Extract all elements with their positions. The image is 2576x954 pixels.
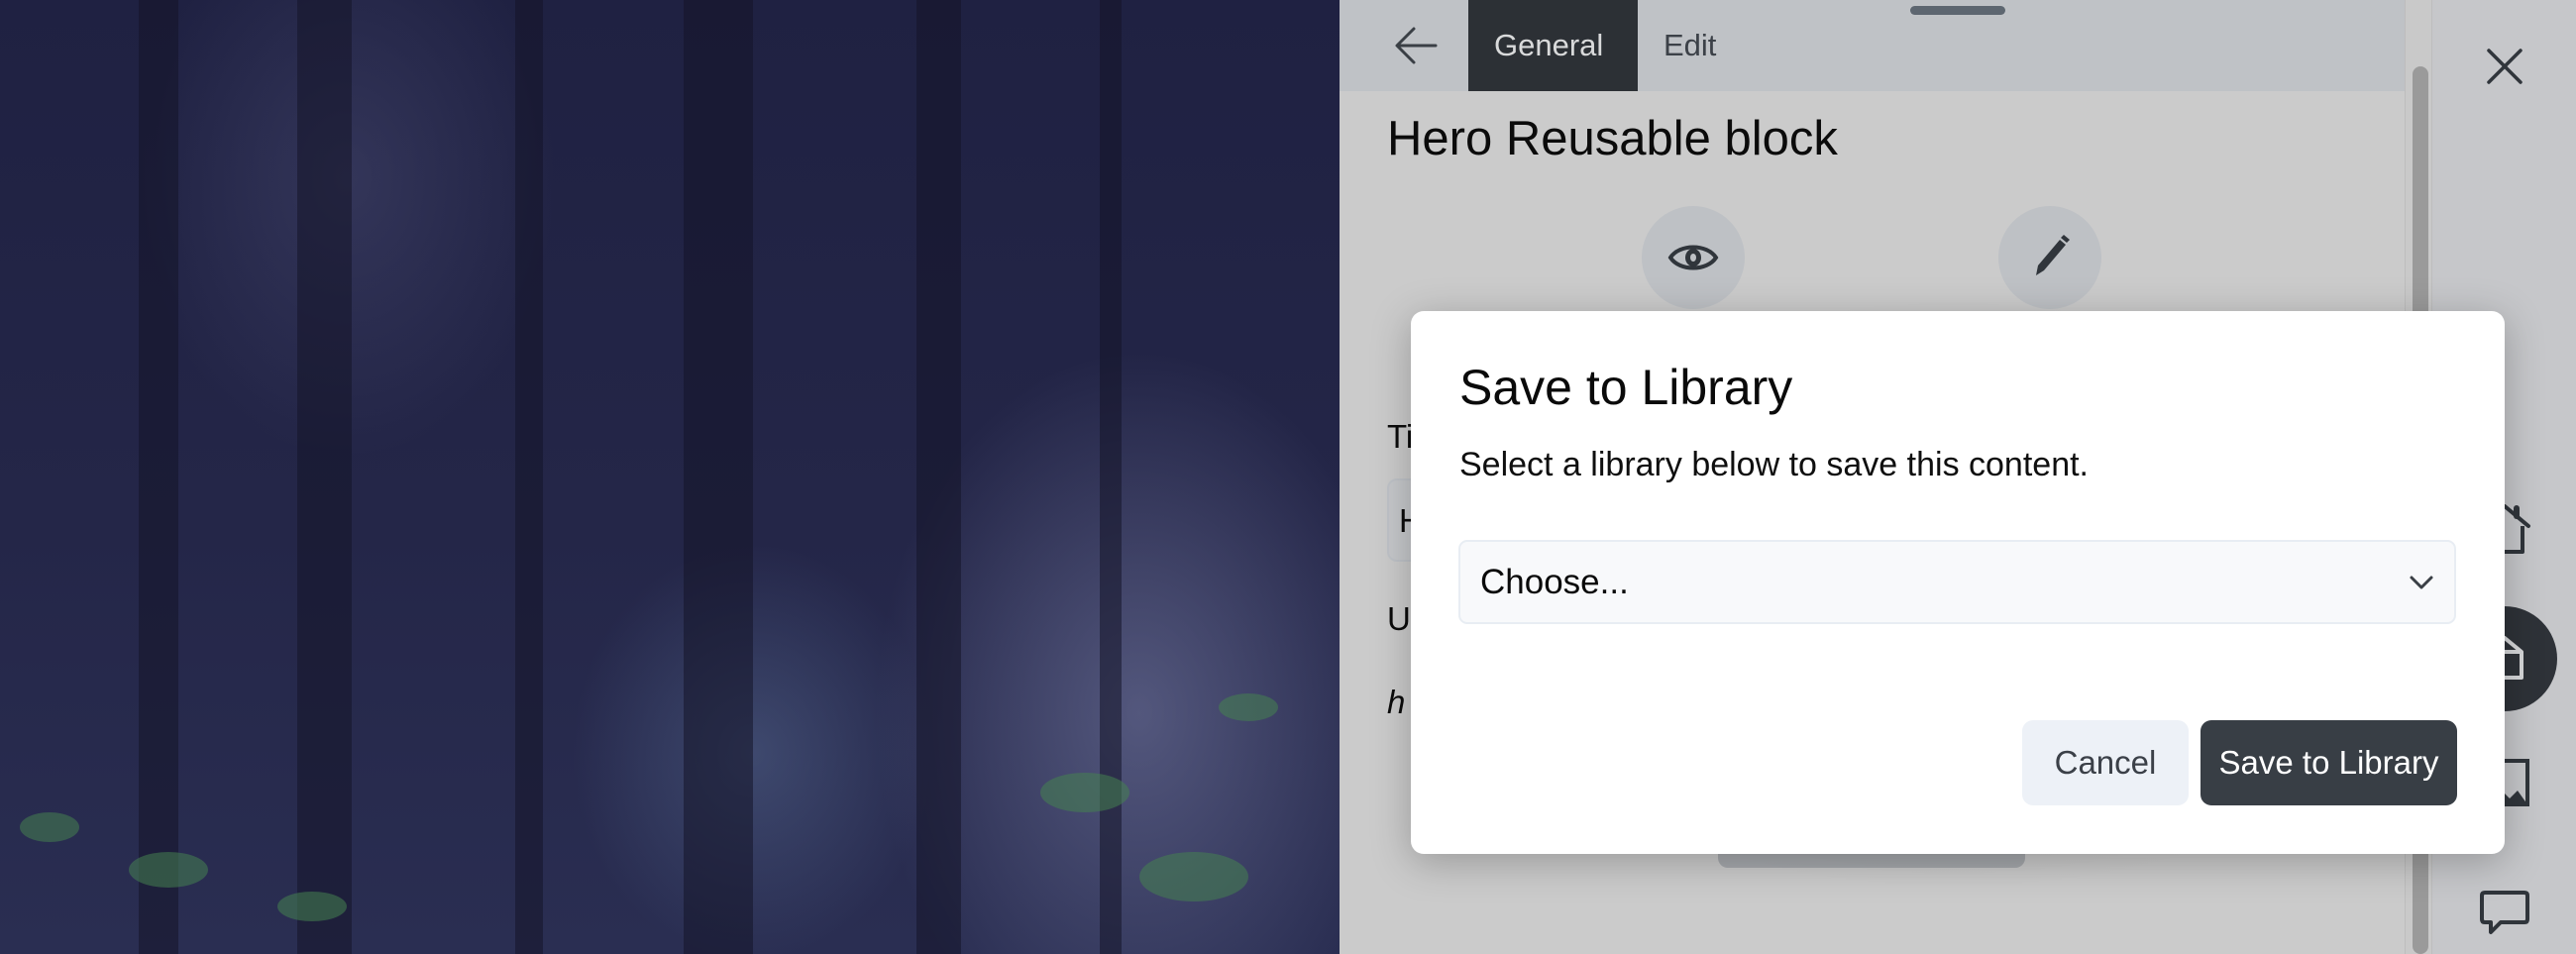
save-to-library-dialog: Save to Library Select a library below t…	[1411, 311, 2505, 854]
drag-handle[interactable]	[1910, 6, 2005, 15]
chevron-down-icon	[2410, 576, 2433, 588]
url-link[interactable]: h	[1387, 684, 1405, 721]
back-button[interactable]	[1391, 22, 1441, 69]
dialog-title: Save to Library	[1459, 360, 1793, 415]
comments-button[interactable]	[2479, 889, 2530, 938]
preview-button[interactable]	[1642, 206, 1745, 309]
library-select[interactable]: Choose...	[1458, 540, 2456, 624]
eye-icon	[1667, 245, 1719, 270]
title-field-label: Ti	[1387, 418, 1414, 455]
arrow-left-icon	[1395, 27, 1438, 64]
pencil-icon	[2036, 235, 2070, 275]
library-select-value: Choose...	[1480, 562, 1629, 601]
cancel-button[interactable]: Cancel	[2022, 720, 2189, 805]
tab-edit[interactable]: Edit	[1638, 0, 1742, 91]
block-title: Hero Reusable block	[1387, 112, 1838, 165]
tab-edit-label: Edit	[1664, 28, 1717, 62]
tab-general-label: General	[1494, 28, 1604, 62]
url-field-label: U	[1387, 600, 1411, 637]
close-button[interactable]	[2486, 48, 2523, 85]
dialog-description: Select a library below to save this cont…	[1459, 446, 2089, 483]
comment-icon	[2479, 891, 2529, 934]
background-photo	[0, 0, 1340, 954]
close-icon	[2486, 49, 2522, 84]
tab-general[interactable]: General	[1468, 0, 1638, 91]
edit-button[interactable]	[1998, 206, 2101, 309]
panel-tabbar: General Edit	[1340, 0, 2405, 91]
save-to-library-button[interactable]: Save to Library	[2200, 720, 2457, 805]
